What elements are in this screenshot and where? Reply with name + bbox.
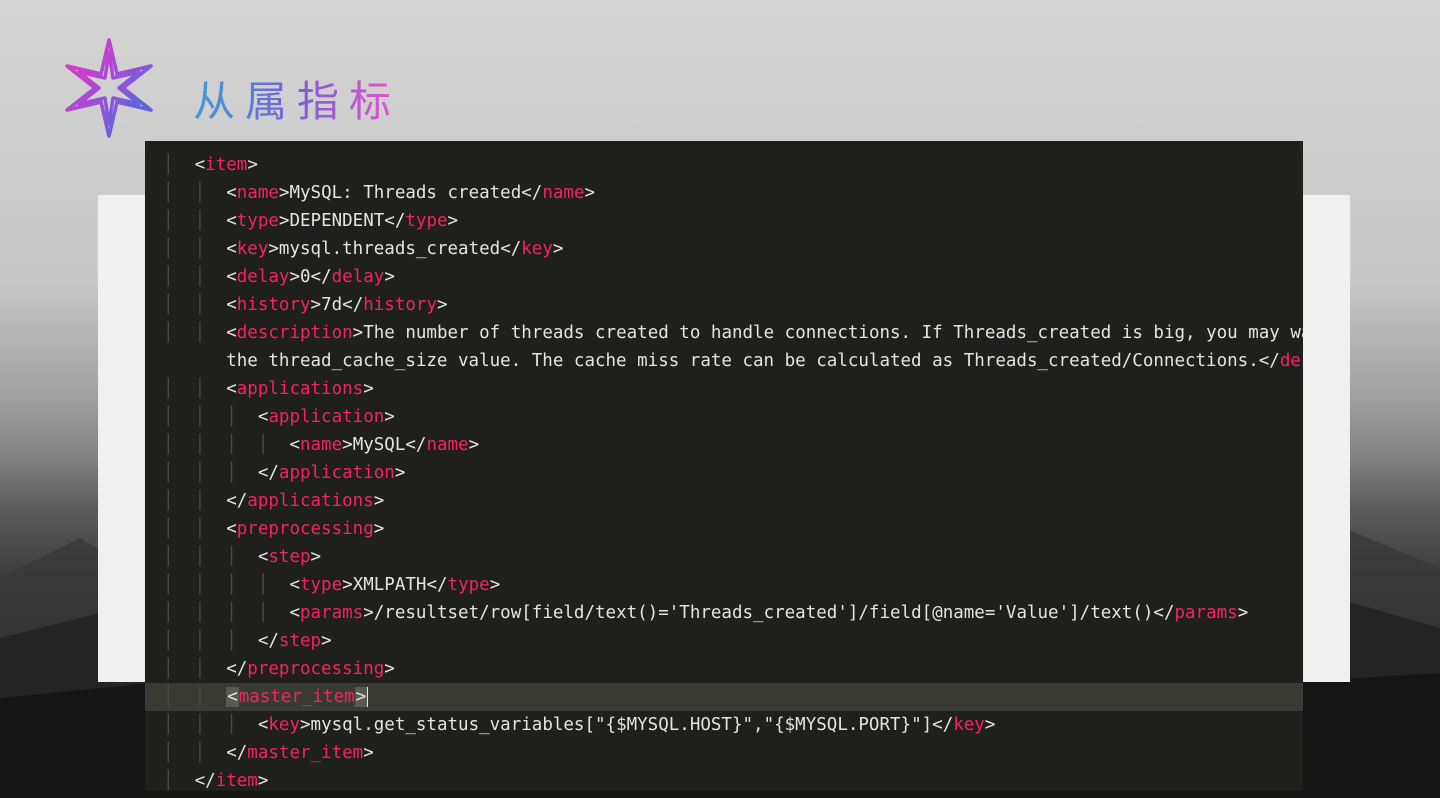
code-line: │ │ │ │ <name>MySQL</name>: [145, 431, 1303, 459]
code-line: │ │ │ │ <type>XMLPATH</type>: [145, 571, 1303, 599]
code-line: │ │ <applications>: [145, 375, 1303, 403]
code-line: │ │ │ <key>mysql.get_status_variables["{…: [145, 711, 1303, 739]
code-line: │ │ <name>MySQL: Threads created</name>: [145, 179, 1303, 207]
code-line: │ │ </applications>: [145, 487, 1303, 515]
code-line: │ │ <delay>0</delay>: [145, 263, 1303, 291]
text-cursor: [367, 687, 368, 707]
code-line: │ │ <history>7d</history>: [145, 291, 1303, 319]
code-line: │ <item>: [145, 151, 1303, 179]
code-line: │ │ │ </step>: [145, 627, 1303, 655]
code-line: │ │ <preprocessing>: [145, 515, 1303, 543]
code-line: │ │ </master_item>: [145, 739, 1303, 767]
code-line: │ │ │ <step>: [145, 543, 1303, 571]
star-logo-icon: [55, 34, 163, 142]
compass-star-icon: [55, 34, 163, 142]
code-line: │ │ <master_item>: [145, 683, 1303, 711]
code-line: │ │ <key>mysql.threads_created</key>: [145, 235, 1303, 263]
code-line: │ </item>: [145, 767, 1303, 791]
xml-code-block[interactable]: │ <item>│ │ <name>MySQL: Threads created…: [145, 141, 1303, 791]
code-line: │ │ │ <application>: [145, 403, 1303, 431]
code-line: the thread_cache_size value. The cache m…: [145, 347, 1303, 375]
code-line: │ │ <description>The number of threads c…: [145, 319, 1303, 347]
code-line: │ │ │ </application>: [145, 459, 1303, 487]
code-line: │ │ </preprocessing>: [145, 655, 1303, 683]
code-line: │ │ │ │ <params>/resultset/row[field/tex…: [145, 599, 1303, 627]
code-line: │ │ <type>DEPENDENT</type>: [145, 207, 1303, 235]
page-title: 从属指标: [193, 68, 401, 129]
